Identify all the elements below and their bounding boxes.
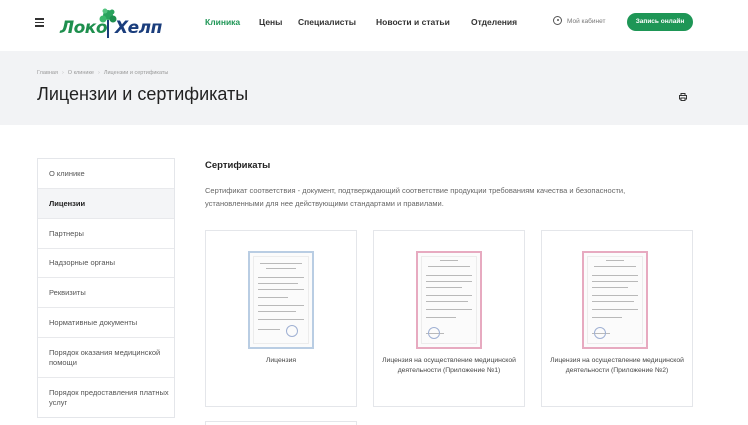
cabinet-label: Мой кабинет: [567, 18, 606, 25]
sidebar-item-regulations[interactable]: Нормативные документы: [38, 308, 174, 338]
logo[interactable]: Локо Хелп: [58, 5, 163, 41]
site-header: Локо Хелп Клиника Цены Специалисты Новос…: [0, 0, 748, 46]
nav-news[interactable]: Новости и статьи: [376, 17, 450, 27]
logo-text-right: Хелп: [115, 18, 162, 38]
menu-icon[interactable]: [35, 18, 44, 27]
certificate-thumbnail[interactable]: [582, 251, 648, 349]
section-title: Сертификаты: [205, 160, 271, 171]
certificate-card[interactable]: Лицензия на осуществление медицинской де…: [541, 230, 693, 407]
user-icon: [553, 16, 562, 25]
nav-specialists[interactable]: Специалисты: [298, 17, 356, 27]
breadcrumb-about[interactable]: О клинике: [68, 70, 94, 76]
sidebar-item-supervisory[interactable]: Надзорные органы: [38, 249, 174, 278]
print-icon[interactable]: [679, 93, 687, 101]
certificate-caption: Лицензия: [265, 357, 297, 364]
nav-clinic[interactable]: Клиника: [205, 17, 240, 27]
certificate-card-partial[interactable]: [205, 421, 357, 425]
section-description: Сертификат соответствия - документ, подт…: [205, 186, 626, 208]
sidebar-item-requisites[interactable]: Реквизиты: [38, 278, 174, 308]
sidebar-item-partners[interactable]: Партнеры: [38, 219, 174, 249]
sidebar-menu: О клинике Лицензии Партнеры Надзорные ор…: [37, 158, 175, 418]
my-cabinet-link[interactable]: Мой кабинет: [553, 16, 605, 25]
breadcrumb-home[interactable]: Главная: [37, 70, 58, 76]
certificate-thumbnail[interactable]: [416, 251, 482, 349]
nav-departments[interactable]: Отделения: [471, 17, 517, 27]
certificate-caption: Лицензия на осуществление медицинской де…: [382, 357, 516, 374]
certificate-card[interactable]: Лицензия на осуществление медицинской де…: [373, 230, 525, 407]
sidebar-item-care-procedure[interactable]: Порядок оказания медицинской помощи: [38, 338, 174, 378]
sidebar-item-paid-services[interactable]: Порядок предоставления платных услуг: [38, 378, 174, 418]
certificate-caption: Лицензия на осуществление медицинской де…: [550, 357, 684, 374]
nav-prices[interactable]: Цены: [259, 17, 282, 27]
sidebar-item-about[interactable]: О клинике: [38, 159, 174, 189]
chevron-right-icon: ›: [97, 70, 100, 76]
book-online-button[interactable]: Запись онлайн: [627, 13, 693, 31]
breadcrumb: Главная › О клинике › Лицензии и сертификаты: [37, 70, 168, 76]
certificate-thumbnail[interactable]: [248, 251, 314, 349]
sidebar-item-licenses[interactable]: Лицензии: [38, 189, 174, 219]
page-title: Лицензии и сертификаты: [37, 84, 249, 104]
certificate-card[interactable]: Лицензия: [205, 230, 357, 407]
breadcrumb-current: Лицензии и сертификаты: [103, 70, 169, 76]
chevron-right-icon: ›: [61, 70, 64, 76]
